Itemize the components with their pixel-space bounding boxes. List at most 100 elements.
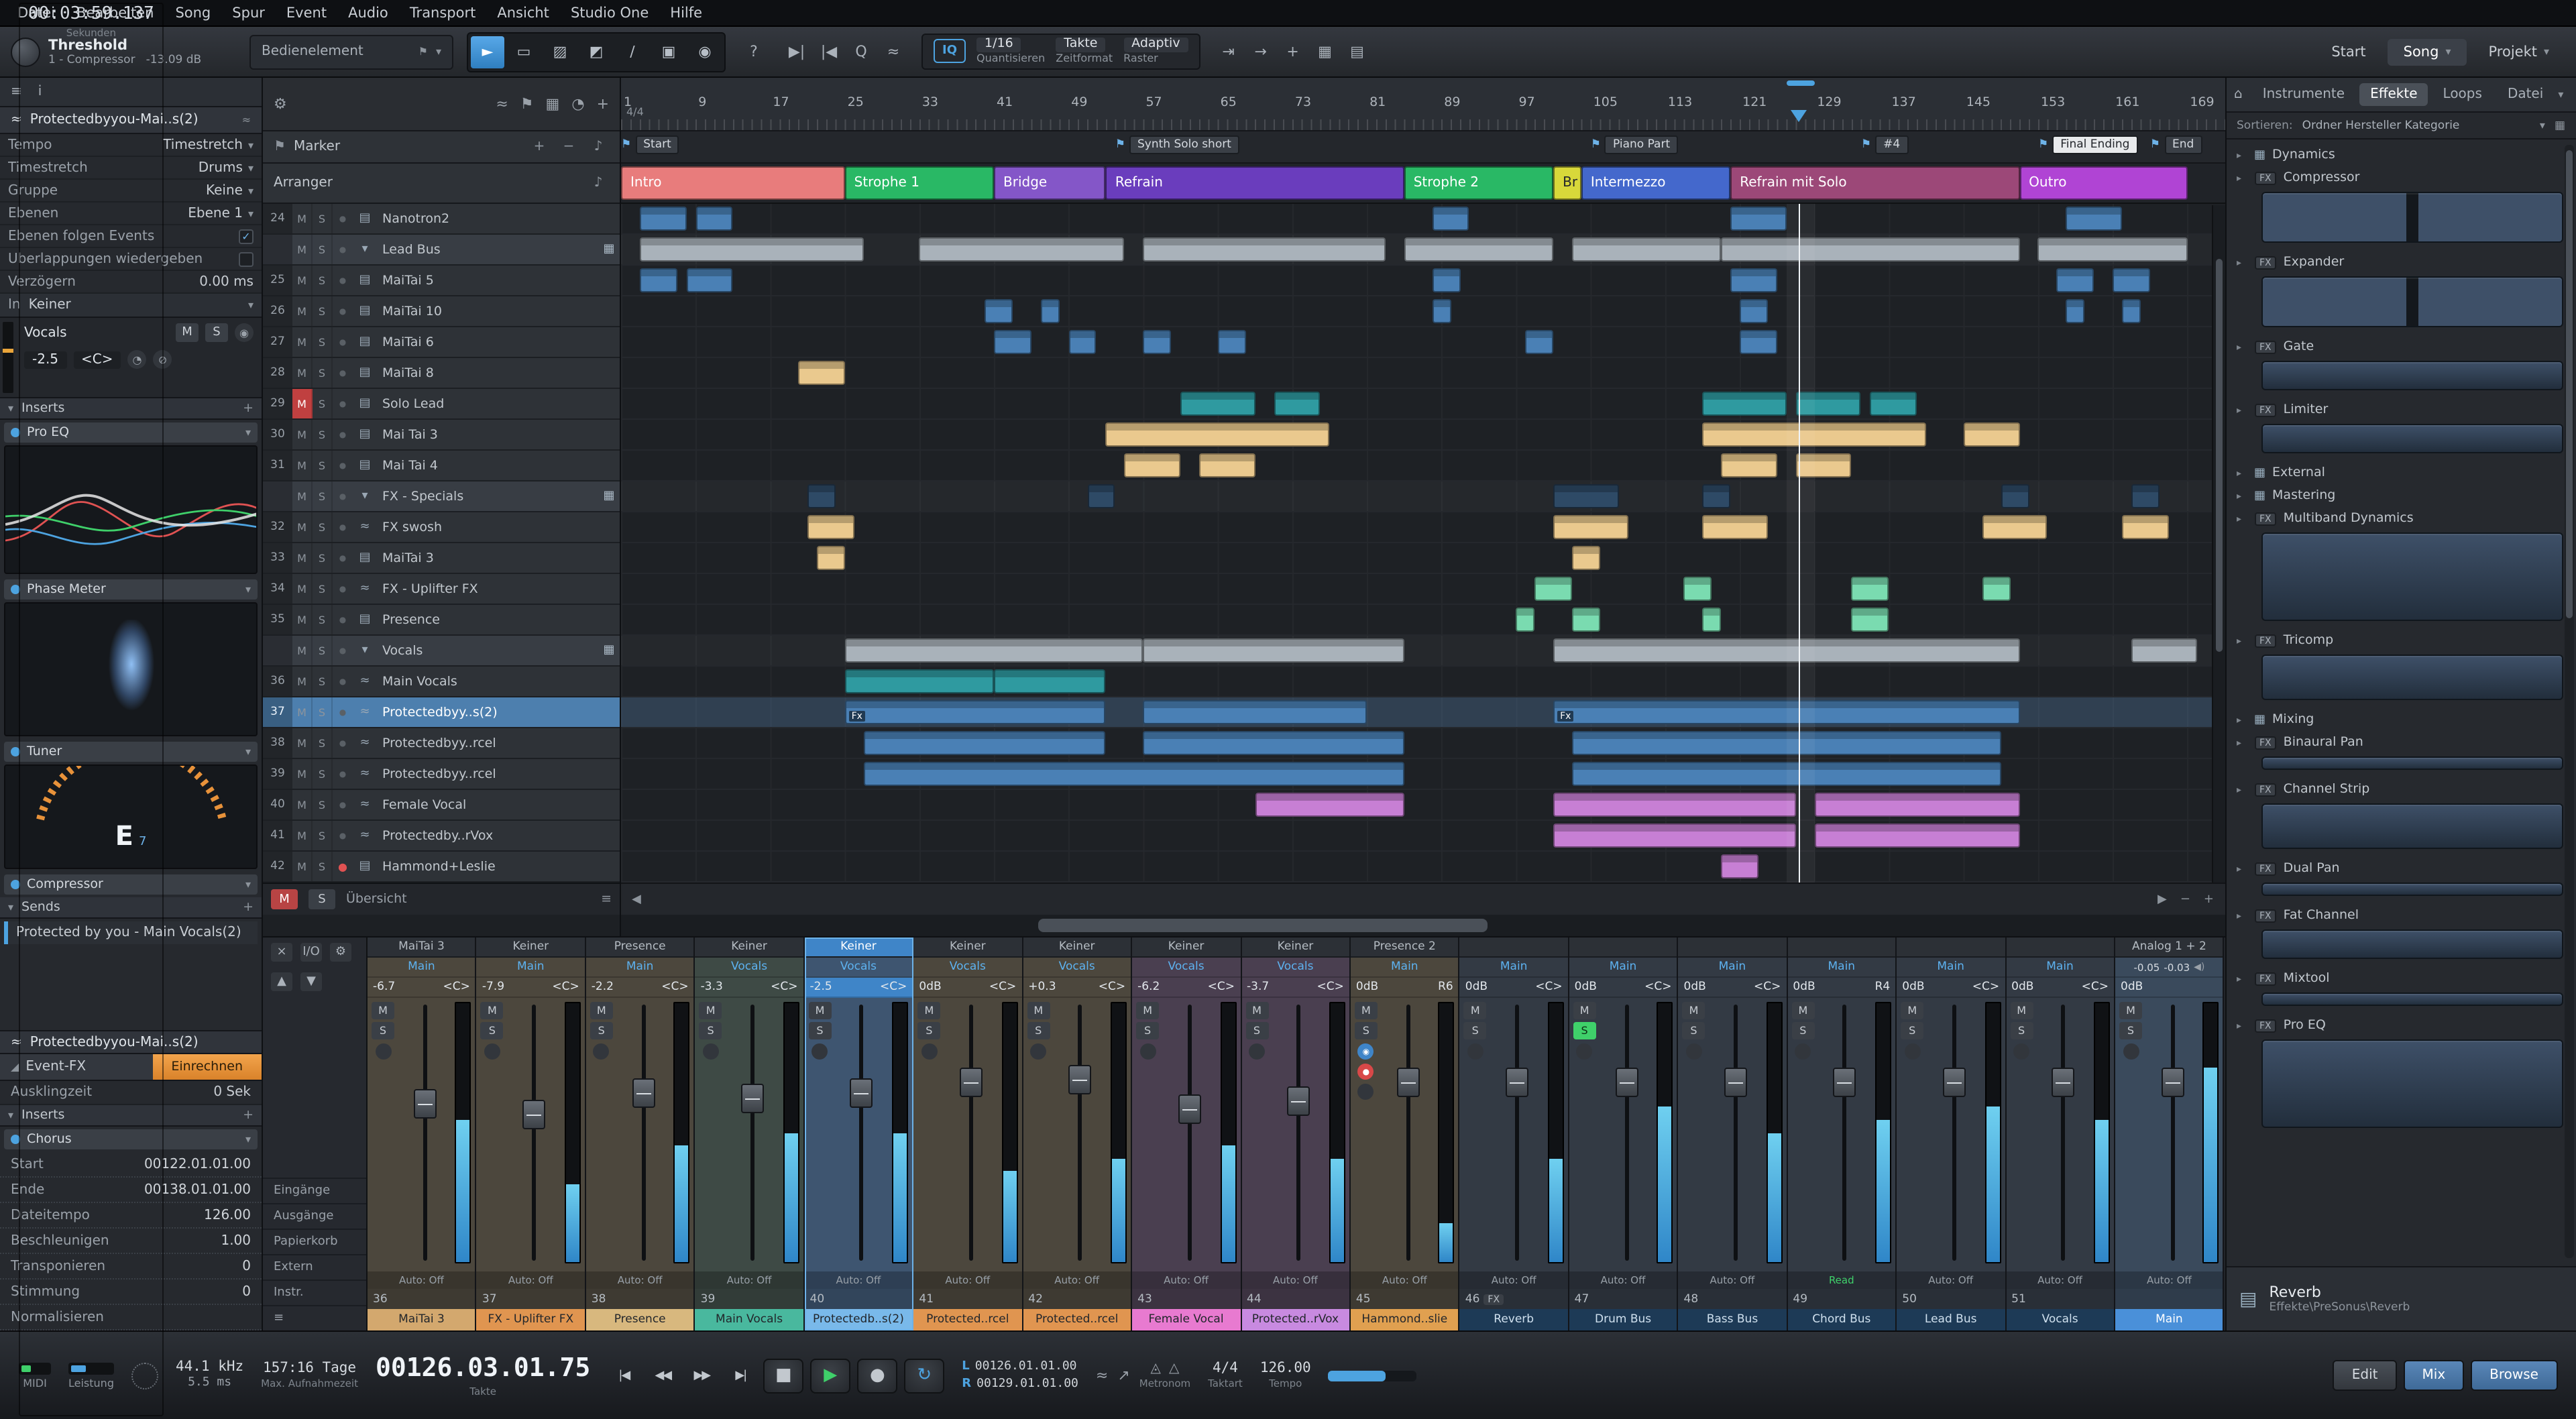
clock-icon[interactable]: ◔ [571, 95, 584, 113]
browser-scrollbar[interactable] [2564, 145, 2573, 1258]
pan-knob[interactable] [1249, 1043, 1265, 1060]
flag-icon[interactable]: ⚑ [520, 95, 534, 113]
strip-gain-pan[interactable]: 0dB <C> [1678, 978, 1787, 998]
automation-mode[interactable]: Auto: Off [1350, 1271, 1459, 1289]
marker-lane[interactable]: ⚑ Start ⚑ Synth Solo short ⚑ Piano Part ⚑ #4 ⚑ Fi… [621, 131, 2225, 164]
clip[interactable] [639, 268, 677, 292]
clip[interactable] [1124, 453, 1181, 477]
strip-input-label[interactable] [1459, 938, 1568, 958]
strip-name[interactable]: Protectedb..s(2) [804, 1309, 913, 1330]
eraser-tool[interactable]: ◩ [579, 36, 613, 68]
browser-item-binaural-pan[interactable]: ▸ FX Binaural Pan [2226, 731, 2576, 754]
iq-icon[interactable]: IQ [934, 39, 966, 64]
track-mute-button[interactable]: M [292, 327, 313, 357]
global-solo-button[interactable]: S [309, 889, 335, 909]
track-mute-button[interactable]: M [292, 481, 313, 511]
menu-item-hilfe[interactable]: Hilfe [661, 3, 712, 22]
solo-button[interactable]: S [1027, 1022, 1050, 1039]
mute-button[interactable]: M [372, 1002, 394, 1019]
track-mute-button[interactable]: M [292, 728, 313, 758]
expand-down-icon[interactable]: ▼ [300, 972, 322, 991]
track-row-female-vocal[interactable]: 40 M S ● ≈ Female Vocal [263, 790, 620, 821]
clip[interactable] [2122, 299, 2141, 323]
fader[interactable] [506, 1002, 562, 1269]
seconds-display[interactable]: 00:03:59.137 Sekunden [19, 3, 164, 1416]
mixer-strip-protected-rcel[interactable]: Keiner Vocals 0dB <C> M S Auto: Off 41 Protected… [913, 938, 1023, 1330]
expand-up-icon[interactable]: ▲ [271, 972, 292, 991]
solo-button[interactable]: S [1791, 1022, 1815, 1039]
forward-button[interactable]: ▶▶ [685, 1362, 718, 1389]
strip-input-label[interactable]: Presence 2 [1350, 938, 1459, 958]
clip[interactable] [985, 299, 1013, 323]
fader[interactable] [616, 1002, 671, 1269]
goto-start-button[interactable]: |◀ [608, 1362, 640, 1389]
control-link-panel[interactable]: Bedienelement ⚑ ▾ [249, 34, 453, 69]
track-solo-button[interactable]: S [313, 728, 333, 758]
clip[interactable] [1571, 546, 1600, 570]
strip-name[interactable]: Protected..rVox [1241, 1309, 1349, 1330]
track-record-button[interactable]: ● [333, 543, 353, 573]
strip-name[interactable]: Main [2115, 1309, 2223, 1330]
clip[interactable] [863, 762, 1404, 786]
clip[interactable] [919, 237, 1125, 262]
clip[interactable] [2066, 299, 2085, 323]
clip[interactable] [1702, 422, 1927, 447]
stop-button[interactable]: ■ [763, 1358, 804, 1393]
clip[interactable] [1143, 638, 1404, 663]
automation-mode[interactable]: Auto: Off [2115, 1271, 2223, 1289]
strip-output-label[interactable]: Main [585, 958, 694, 978]
track-row-protectedbyy-s-2[interactable]: 37 M S ● ≈ Protectedbyy..s(2) [263, 697, 620, 728]
clip[interactable] [1143, 731, 1404, 755]
strip-output-label[interactable]: Vocals [1241, 958, 1349, 978]
pan-knob[interactable] [811, 1043, 828, 1060]
clip[interactable] [1851, 608, 1889, 632]
clip[interactable] [1432, 299, 1451, 323]
overview-label[interactable]: Übersicht [346, 892, 407, 907]
fader-handle[interactable] [413, 1088, 437, 1119]
track-solo-button[interactable]: S [313, 574, 333, 604]
strip-input-label[interactable]: Keiner [1241, 938, 1349, 958]
solo-button[interactable]: S [590, 1022, 613, 1039]
clip[interactable] [1740, 330, 1777, 354]
strip-input-label[interactable] [1897, 938, 2005, 958]
clip[interactable] [1525, 330, 1554, 354]
fader[interactable] [1599, 1002, 1655, 1269]
fader-handle[interactable] [2161, 1067, 2184, 1097]
browse-view-button[interactable]: Browse [2471, 1360, 2557, 1391]
mute-button[interactable]: M [1245, 1002, 1268, 1019]
marker-start[interactable]: ⚑ Start [621, 135, 679, 154]
clip[interactable] [639, 237, 864, 262]
clip[interactable] [1040, 299, 1060, 323]
browser-item-tricomp[interactable]: ▸ FX Tricomp [2226, 629, 2576, 652]
clip[interactable] [2131, 484, 2160, 508]
browser-item-limiter[interactable]: ▸ FX Limiter [2226, 398, 2576, 421]
track-mute-button[interactable]: M [292, 759, 313, 789]
arranger-track-header[interactable]: Arranger ♪ [263, 164, 620, 204]
global-mute-button[interactable]: M [271, 889, 298, 909]
solo-button[interactable]: S [1136, 1022, 1160, 1039]
strip-output-label[interactable]: Main [1678, 958, 1787, 978]
track-row-maitai-8[interactable]: 28 M S ● ▤ MaiTai 8 [263, 358, 620, 389]
strip-gain-pan[interactable]: -3.3 <C> [695, 978, 803, 998]
browser-item-mixtool[interactable]: ▸ FX Mixtool [2226, 967, 2576, 990]
track-record-button[interactable]: ● [333, 296, 353, 326]
fader-handle[interactable] [1506, 1067, 1529, 1097]
automation-icon[interactable]: ≈ [496, 95, 508, 113]
track-solo-button[interactable]: S [313, 667, 333, 696]
menu-item-transport[interactable]: Transport [400, 3, 486, 22]
track-row-protectedbyy-rcel[interactable]: 39 M S ● ≈ Protectedbyy..rcel [263, 759, 620, 790]
render-button[interactable]: Einrechnen [152, 1054, 262, 1080]
scroll-left-icon[interactable]: ◀ [632, 893, 641, 906]
strip-name[interactable]: Bass Bus [1678, 1309, 1787, 1330]
mute-button[interactable]: M [1027, 1002, 1050, 1019]
strip-name[interactable]: Hammond..slie [1350, 1309, 1459, 1330]
browser-item-external[interactable]: ▸ ▦ External [2226, 461, 2576, 484]
solo-button[interactable]: S [1354, 1022, 1378, 1039]
strip-output-label[interactable]: Main [1787, 958, 1896, 978]
clip[interactable] [1702, 484, 1731, 508]
track-row-mai-tai-3[interactable]: 30 M S ● ▤ Mai Tai 3 [263, 420, 620, 451]
track-mute-button[interactable]: M [292, 821, 313, 850]
track-record-button[interactable]: ● [333, 327, 353, 357]
mute-button[interactable]: M [1573, 1002, 1596, 1019]
mixer-strip-main[interactable]: Analog 1 + 2 -0.05 -0.03 ◀) 0dB M S Auto: Off Ma… [2115, 938, 2225, 1330]
